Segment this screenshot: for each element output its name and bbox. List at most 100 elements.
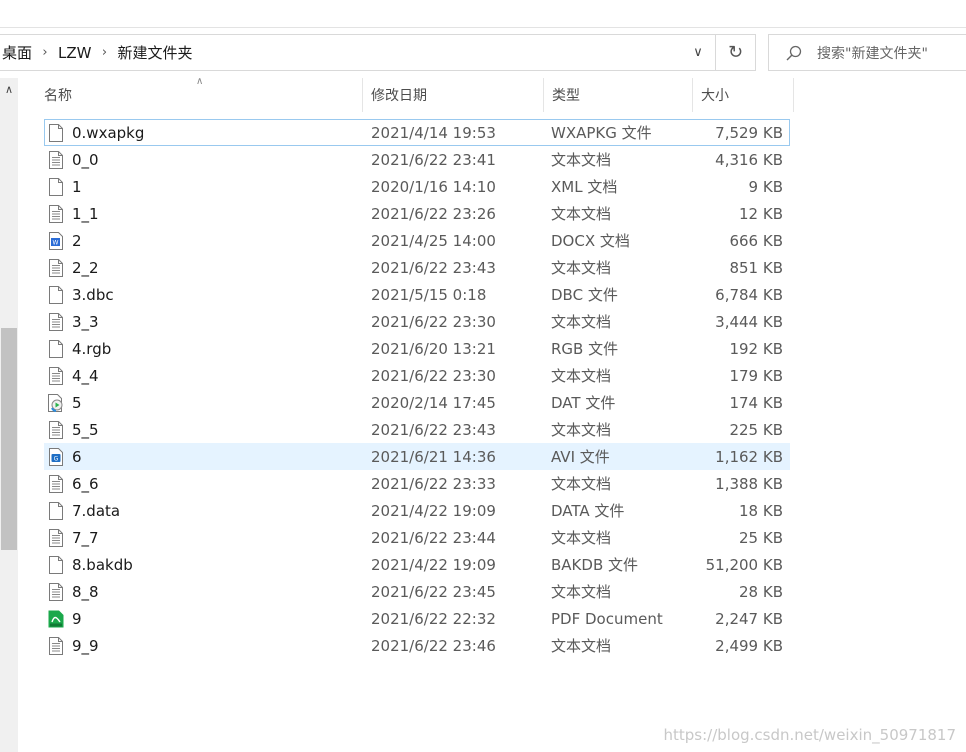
file-row[interactable]: 4_4 2021/6/22 23:30 文本文档 179 KB bbox=[44, 362, 790, 389]
text-file-icon bbox=[47, 201, 65, 226]
file-name: 0_0 bbox=[72, 150, 99, 169]
file-size: 51,200 KB bbox=[705, 555, 783, 574]
file-name: 7.data bbox=[72, 501, 121, 520]
file-row[interactable]: 3_3 2021/6/22 23:30 文本文档 3,444 KB bbox=[44, 308, 790, 335]
window-top-strip bbox=[0, 0, 966, 28]
file-name: 2_2 bbox=[72, 258, 99, 277]
file-size: 3,444 KB bbox=[715, 312, 783, 331]
file-size: 174 KB bbox=[729, 393, 783, 412]
file-type: DBC 文件 bbox=[551, 286, 618, 304]
file-name: 1 bbox=[72, 177, 82, 196]
column-header-date[interactable]: 修改日期 bbox=[363, 78, 543, 112]
file-size: 666 KB bbox=[729, 231, 783, 250]
scroll-up-arrow-icon[interactable]: ∧ bbox=[0, 78, 18, 100]
file-size: 179 KB bbox=[729, 366, 783, 385]
file-modified-date: 2021/6/22 23:46 bbox=[371, 636, 496, 655]
file-row[interactable]: 8.bakdb 2021/4/22 19:09 BAKDB 文件 51,200 KB bbox=[44, 551, 790, 578]
file-row[interactable]: 9 2021/6/22 22:32 PDF Document 2,247 KB bbox=[44, 605, 790, 632]
file-row[interactable]: 6_6 2021/6/22 23:33 文本文档 1,388 KB bbox=[44, 470, 790, 497]
file-modified-date: 2021/4/22 19:09 bbox=[371, 555, 496, 574]
file-type: 文本文档 bbox=[551, 151, 612, 169]
text-file-icon bbox=[47, 363, 65, 388]
file-modified-date: 2020/2/14 17:45 bbox=[371, 393, 496, 412]
watermark: https://blog.csdn.net/weixin_50971817 bbox=[663, 726, 956, 744]
breadcrumb-lzw[interactable]: LZW bbox=[56, 44, 93, 62]
file-row[interactable]: 5_5 2021/6/22 23:43 文本文档 225 KB bbox=[44, 416, 790, 443]
search-input[interactable]: 搜索"新建文件夹" bbox=[768, 34, 966, 71]
search-icon bbox=[786, 45, 802, 60]
file-row[interactable]: 4.rgb 2021/6/20 13:21 RGB 文件 192 KB bbox=[44, 335, 790, 362]
file-type: 文本文档 bbox=[551, 259, 612, 277]
blank-file-icon bbox=[47, 336, 65, 361]
file-size: 12 KB bbox=[739, 204, 783, 223]
file-row[interactable]: 9_9 2021/6/22 23:46 文本文档 2,499 KB bbox=[44, 632, 790, 659]
breadcrumb-desktop[interactable]: 桌面 bbox=[0, 42, 34, 63]
video-file-icon: G bbox=[47, 444, 65, 469]
breadcrumb-new-folder[interactable]: 新建文件夹 bbox=[115, 42, 194, 63]
file-row[interactable]: 5 2020/2/14 17:45 DAT 文件 174 KB bbox=[44, 389, 790, 416]
blank-file-icon bbox=[47, 498, 65, 523]
file-type: 文本文档 bbox=[551, 313, 612, 331]
column-header-date-label: 修改日期 bbox=[371, 88, 427, 104]
file-modified-date: 2021/6/22 23:30 bbox=[371, 312, 496, 331]
file-name: 8_8 bbox=[72, 582, 99, 601]
refresh-button[interactable]: ↻ bbox=[716, 34, 756, 71]
text-file-icon bbox=[47, 147, 65, 172]
file-name: 3.dbc bbox=[72, 285, 114, 304]
address-bar[interactable]: 桌面 › LZW › 新建文件夹 ∨ bbox=[0, 34, 716, 71]
file-name: 7_7 bbox=[72, 528, 99, 547]
svg-text:W: W bbox=[53, 239, 59, 246]
file-row[interactable]: 2_2 2021/6/22 23:43 文本文档 851 KB bbox=[44, 254, 790, 281]
file-size: 1,162 KB bbox=[715, 447, 783, 466]
column-header-type-label: 类型 bbox=[552, 88, 580, 104]
file-name: 5 bbox=[72, 393, 82, 412]
file-modified-date: 2021/4/14 19:53 bbox=[371, 123, 496, 142]
file-modified-date: 2021/6/22 23:26 bbox=[371, 204, 496, 223]
blank-file-icon bbox=[47, 174, 65, 199]
file-row[interactable]: 7_7 2021/6/22 23:44 文本文档 25 KB bbox=[44, 524, 790, 551]
file-modified-date: 2021/6/22 23:30 bbox=[371, 366, 496, 385]
file-row[interactable]: W 2 2021/4/25 14:00 DOCX 文档 666 KB bbox=[44, 227, 790, 254]
file-modified-date: 2020/1/16 14:10 bbox=[371, 177, 496, 196]
blank-file-icon bbox=[47, 120, 65, 145]
vertical-scrollbar[interactable]: ∧ bbox=[0, 78, 18, 752]
file-modified-date: 2021/6/20 13:21 bbox=[371, 339, 496, 358]
file-type: DAT 文件 bbox=[551, 394, 616, 412]
file-row[interactable]: 0.wxapkg 2021/4/14 19:53 WXAPKG 文件 7,529 KB bbox=[44, 119, 790, 146]
file-row[interactable]: 8_8 2021/6/22 23:45 文本文档 28 KB bbox=[44, 578, 790, 605]
file-size: 9 KB bbox=[748, 177, 783, 196]
file-name: 6 bbox=[72, 447, 82, 466]
chevron-down-icon[interactable]: ∨ bbox=[681, 35, 715, 70]
file-type: DATA 文件 bbox=[551, 502, 625, 520]
file-size: 7,529 KB bbox=[715, 123, 783, 142]
file-size: 18 KB bbox=[739, 501, 783, 520]
column-header-type[interactable]: 类型 bbox=[544, 78, 692, 112]
svg-text:G: G bbox=[54, 455, 59, 462]
file-name: 3_3 bbox=[72, 312, 99, 331]
file-modified-date: 2021/6/22 23:44 bbox=[371, 528, 496, 547]
column-header-size[interactable]: 大小 bbox=[693, 78, 793, 112]
file-name: 4_4 bbox=[72, 366, 99, 385]
file-row[interactable]: 3.dbc 2021/5/15 0:18 DBC 文件 6,784 KB bbox=[44, 281, 790, 308]
file-row[interactable]: G 6 2021/6/21 14:36 AVI 文件 1,162 KB bbox=[44, 443, 790, 470]
file-type: 文本文档 bbox=[551, 367, 612, 385]
file-type: AVI 文件 bbox=[551, 448, 610, 466]
file-modified-date: 2021/6/22 22:32 bbox=[371, 609, 496, 628]
chevron-right-icon[interactable]: › bbox=[34, 45, 56, 60]
column-divider[interactable] bbox=[793, 78, 794, 112]
scrollbar-thumb[interactable] bbox=[1, 328, 17, 550]
file-name: 9_9 bbox=[72, 636, 99, 655]
file-row[interactable]: 0_0 2021/6/22 23:41 文本文档 4,316 KB bbox=[44, 146, 790, 173]
file-row[interactable]: 7.data 2021/4/22 19:09 DATA 文件 18 KB bbox=[44, 497, 790, 524]
file-name: 1_1 bbox=[72, 204, 99, 223]
file-row[interactable]: 1_1 2021/6/22 23:26 文本文档 12 KB bbox=[44, 200, 790, 227]
file-row[interactable]: 1 2020/1/16 14:10 XML 文档 9 KB bbox=[44, 173, 790, 200]
search-placeholder: 搜索"新建文件夹" bbox=[817, 45, 928, 62]
file-size: 6,784 KB bbox=[715, 285, 783, 304]
file-modified-date: 2021/6/21 14:36 bbox=[371, 447, 496, 466]
column-header-name[interactable]: 名称 ∧ bbox=[36, 76, 362, 112]
text-file-icon bbox=[47, 525, 65, 550]
file-modified-date: 2021/6/22 23:43 bbox=[371, 258, 496, 277]
chevron-right-icon[interactable]: › bbox=[93, 45, 115, 60]
file-name: 4.rgb bbox=[72, 339, 112, 358]
